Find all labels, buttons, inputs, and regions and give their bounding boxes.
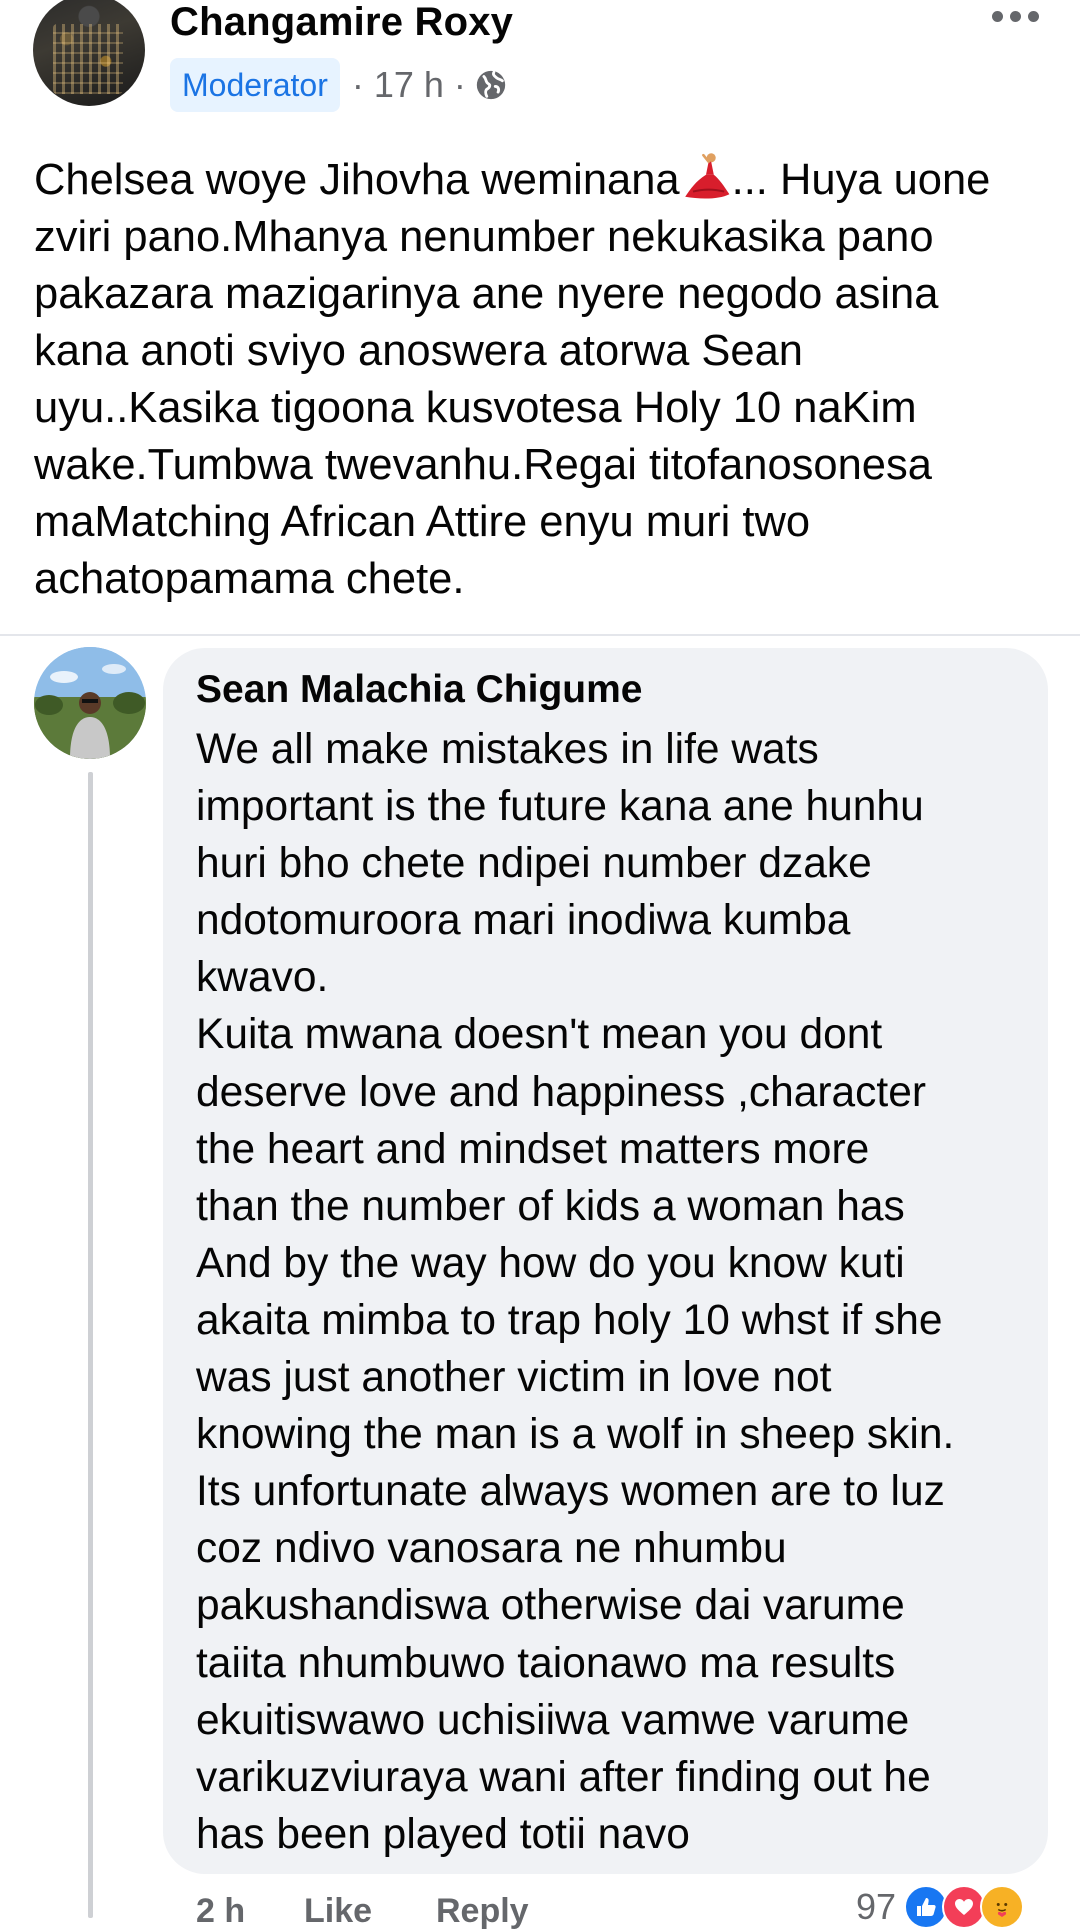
post-text-start: Chelsea woye Jihovha weminana (34, 156, 680, 204)
post-text-rest: ... Huya uone zviri pano.Mhanya nenumber… (34, 156, 991, 603)
post-meta: Moderator · 17 h · (170, 58, 508, 112)
poster-name[interactable]: Changamire Roxy (170, 0, 513, 45)
dancer-emoji (684, 153, 730, 199)
post-time[interactable]: · 17 h · (352, 64, 466, 106)
reaction-count: 97 (856, 1886, 897, 1927)
comment-text: We all make mistakes in life wats import… (196, 726, 955, 1858)
poster-avatar[interactable] (33, 0, 145, 106)
post-text: Chelsea woye Jihovha weminana ... Huya u… (34, 150, 1044, 608)
like-button[interactable]: Like (304, 1892, 372, 1931)
thread-line (88, 772, 93, 1918)
comment-time[interactable]: 2 h (196, 1892, 245, 1931)
post-divider (0, 634, 1080, 636)
post-header: Changamire Roxy Moderator · 17 h · (0, 0, 1080, 120)
commenter-photo (34, 647, 146, 759)
moderator-badge[interactable]: Moderator (170, 58, 340, 112)
commenter-avatar[interactable] (34, 647, 146, 759)
reaction-summary[interactable]: 97 (856, 1884, 1025, 1930)
more-options-icon[interactable] (992, 6, 1044, 26)
globe-icon (476, 70, 506, 100)
care-icon (980, 1885, 1025, 1929)
reply-button[interactable]: Reply (436, 1892, 529, 1931)
commenter-name[interactable]: Sean Malachia Chigume (196, 668, 642, 712)
